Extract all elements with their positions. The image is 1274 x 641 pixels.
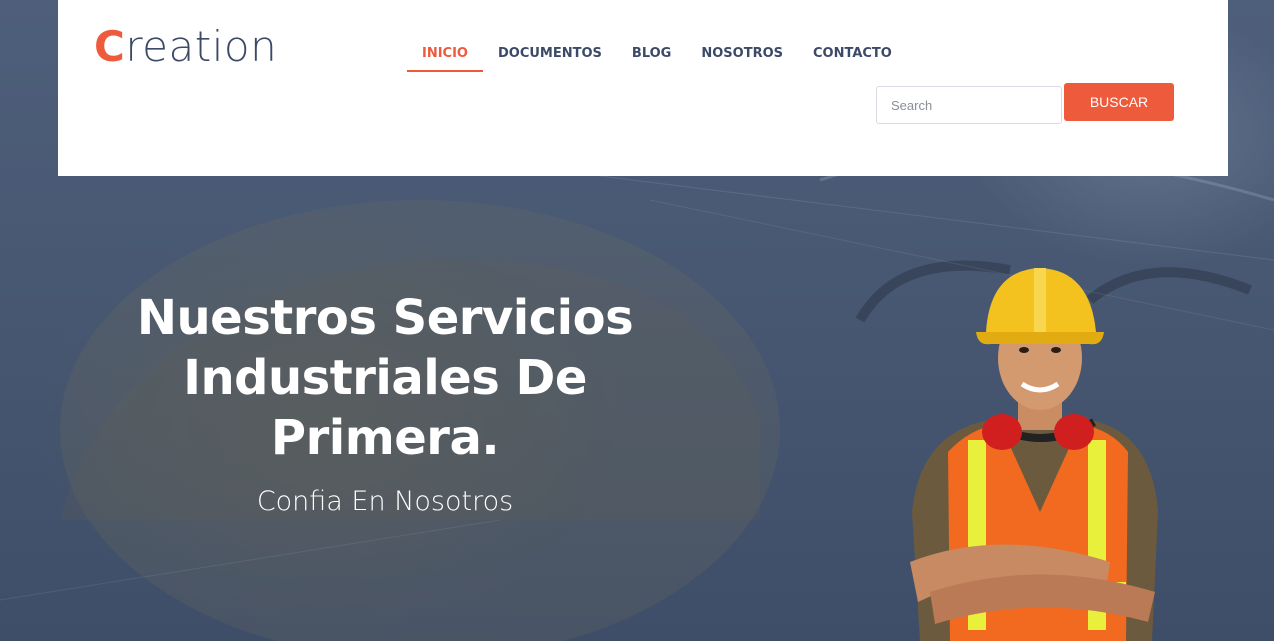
worker-image xyxy=(910,268,1158,641)
logo-letter: C xyxy=(94,22,126,71)
hero-title: Nuestros Servicios Industriales De Prime… xyxy=(136,290,634,466)
nav-item-inicio[interactable]: INICIO xyxy=(407,38,483,72)
nav-item-blog[interactable]: BLOG xyxy=(617,38,686,72)
search-input[interactable] xyxy=(876,86,1062,124)
main-nav: INICIO DOCUMENTOS BLOG NOSOTROS CONTACTO xyxy=(407,38,907,72)
logo-text: reation xyxy=(125,22,278,71)
nav-item-nosotros[interactable]: NOSOTROS xyxy=(686,38,798,72)
hero-subtitle: Confia En Nosotros xyxy=(256,486,514,517)
search-button[interactable]: BUSCAR xyxy=(1064,83,1174,121)
creation-logo[interactable]: Creation xyxy=(94,26,277,68)
nav-item-documentos[interactable]: DOCUMENTOS xyxy=(483,38,617,72)
site-header: Creation INICIO DOCUMENTOS BLOG NOSOTROS… xyxy=(58,0,1228,176)
nav-item-contacto[interactable]: CONTACTO xyxy=(798,38,907,72)
